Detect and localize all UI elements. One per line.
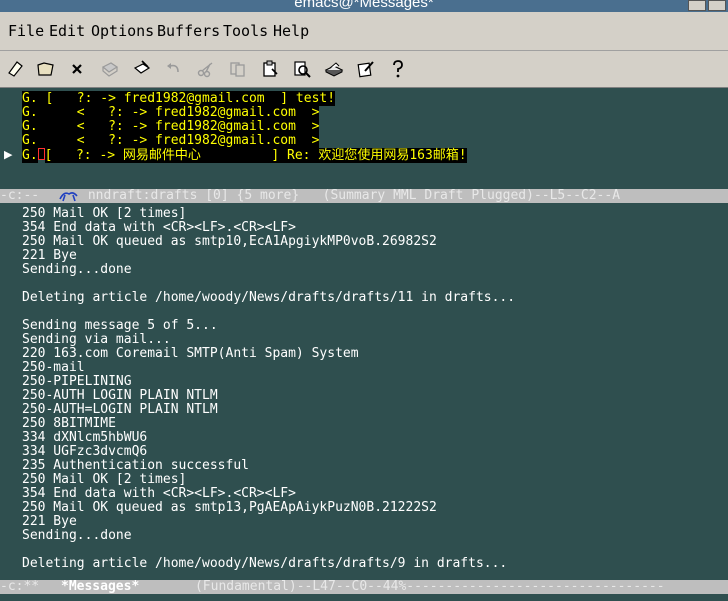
toolbar <box>0 51 728 88</box>
message-line: 235 Authentication successful <box>22 458 249 473</box>
message-line: 250 8BITMIME <box>22 416 116 431</box>
paste-icon[interactable] <box>258 57 282 81</box>
message-line: 250 Mail OK [2 times] <box>22 206 187 221</box>
message-line: Sending...done <box>22 528 132 543</box>
message-line: 334 dXNlcm5hbWU6 <box>22 430 148 445</box>
save-icon[interactable] <box>98 57 122 81</box>
message-line: 250-AUTH LOGIN PLAIN NTLM <box>22 388 218 403</box>
save-as-icon[interactable] <box>130 57 154 81</box>
message-line: Sending via mail... <box>22 332 171 347</box>
menu-help[interactable]: Help <box>273 22 309 40</box>
help-icon[interactable] <box>386 57 410 81</box>
minimize-button[interactable] <box>688 0 706 11</box>
close-icon[interactable] <box>65 57 89 81</box>
message-line: 354 End data with <CR><LF>.<CR><LF> <box>22 486 296 501</box>
minibuffer[interactable] <box>0 594 728 601</box>
message-line: 250-PIPELINING <box>22 374 132 389</box>
window-controls <box>688 0 726 12</box>
menu-file[interactable]: File <box>8 22 44 40</box>
messages-buffer[interactable]: 250 Mail OK [2 times] 354 End data with <… <box>0 203 728 580</box>
messages-modeline[interactable]: -c:** *Messages* (Fundamental)--L47--C0-… <box>0 580 728 594</box>
message-line: Sending...done <box>22 262 132 277</box>
message-line: 250 Mail OK queued as smtp13,PgAEApAiykP… <box>22 500 437 515</box>
summary-line[interactable]: G. [ ?: -> fred1982@gmail.com ] test! <box>22 91 336 106</box>
menu-options[interactable]: Options <box>91 22 154 40</box>
message-line: Deleting article /home/woody/News/drafts… <box>22 290 516 305</box>
undo-icon[interactable] <box>162 57 186 81</box>
message-line: 250 Mail OK [2 times] <box>22 472 187 487</box>
search-icon[interactable] <box>290 57 314 81</box>
new-file-icon[interactable] <box>3 57 27 81</box>
message-line: 354 End data with <CR><LF>.<CR><LF> <box>22 220 296 235</box>
text-cursor <box>37 148 45 160</box>
maximize-button[interactable] <box>708 0 726 11</box>
preferences-icon[interactable] <box>354 57 378 81</box>
menu-edit[interactable]: Edit <box>49 22 85 40</box>
window-title: emacs@*Messages* <box>294 0 434 11</box>
current-line-arrow-icon: ▶ <box>4 148 13 161</box>
summary-buffer[interactable]: G. [ ?: -> fred1982@gmail.com ] test! G.… <box>0 88 728 189</box>
gnus-logo-icon <box>59 192 78 202</box>
summary-line[interactable]: G. < ?: -> fred1982@gmail.com > <box>22 133 320 148</box>
menu-buffers[interactable]: Buffers <box>157 22 220 40</box>
message-line: 250-AUTH=LOGIN PLAIN NTLM <box>22 402 218 417</box>
message-line: 221 Bye <box>22 514 77 529</box>
message-line: 334 UGFzc3dvcmQ6 <box>22 444 148 459</box>
message-line: 250-mail <box>22 360 85 375</box>
copy-icon[interactable] <box>226 57 250 81</box>
message-line: Deleting article /home/woody/News/drafts… <box>22 556 508 571</box>
message-line: 221 Bye <box>22 248 77 263</box>
summary-line[interactable]: G. < ?: -> fred1982@gmail.com > <box>22 105 320 120</box>
print-icon[interactable] <box>322 57 346 81</box>
menu-bar: File Edit Options Buffers Tools Help <box>0 12 728 51</box>
summary-modeline[interactable]: -c:-- nndraft:drafts [0] {5 more} (Summa… <box>0 189 728 203</box>
menu-tools[interactable]: Tools <box>223 22 268 40</box>
cut-icon[interactable] <box>194 57 218 81</box>
message-line: 250 Mail OK queued as smtp10,EcA1ApgiykM… <box>22 234 437 249</box>
message-line: 220 163.com Coremail SMTP(Anti Spam) Sys… <box>22 346 359 361</box>
summary-line-current[interactable]: G.[ ?: -> 网易邮件中心 ] Re: 欢迎您使用网易163邮箱! <box>22 148 467 163</box>
window-titlebar[interactable]: emacs@*Messages* <box>0 0 728 12</box>
open-folder-icon[interactable] <box>34 57 58 81</box>
buffer-name: *Messages* <box>61 580 140 594</box>
message-line: Sending message 5 of 5... <box>22 318 218 333</box>
summary-line[interactable]: G. < ?: -> fred1982@gmail.com > <box>22 119 320 134</box>
